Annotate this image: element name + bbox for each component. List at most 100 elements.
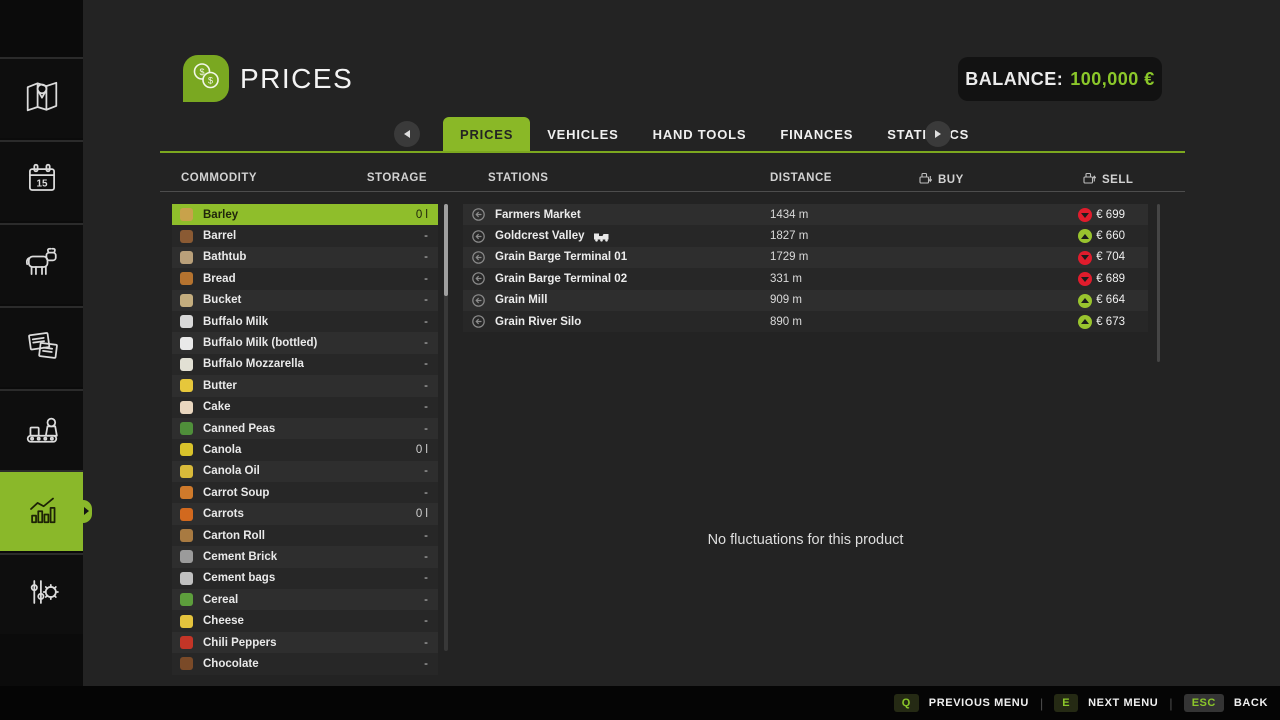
commodity-row[interactable]: Barley 0 l	[172, 204, 438, 226]
commodity-icon	[180, 422, 193, 436]
coins-icon: $ $	[189, 59, 223, 98]
station-hotspot-icon[interactable]	[471, 207, 486, 222]
station-row[interactable]: Goldcrest Valley 1827 m € 660	[463, 225, 1148, 247]
sidebar-item-animals[interactable]	[0, 223, 83, 304]
commodity-row[interactable]: Chocolate -	[172, 653, 438, 675]
commodity-scrollbar-thumb[interactable]	[444, 204, 448, 296]
commodity-row[interactable]: Carton Roll -	[172, 524, 438, 547]
station-row[interactable]: Grain Barge Terminal 01 1729 m € 704	[463, 246, 1148, 269]
animals-cow-icon	[20, 240, 64, 289]
commodity-row[interactable]: Cereal -	[172, 589, 438, 611]
commodity-name: Bathtub	[203, 251, 247, 264]
sidebar-item-calendar[interactable]: 15	[0, 140, 83, 221]
tab-next-arrow[interactable]	[925, 121, 951, 147]
tab[interactable]: VEHICLES	[530, 117, 635, 151]
stations-list: Farmers Market 1434 m € 699 Goldcrest Va…	[463, 204, 1148, 333]
stations-scrollbar[interactable]	[1157, 204, 1160, 362]
sidebar-item-map[interactable]	[0, 57, 83, 138]
commodity-storage: -	[424, 401, 428, 414]
trend-icon	[1078, 272, 1092, 287]
commodity-name: Cement Brick	[203, 550, 278, 563]
commodity-icon	[180, 379, 193, 393]
commodity-icon	[180, 464, 193, 478]
station-distance: 890 m	[770, 315, 802, 328]
commodity-row[interactable]: Bathtub -	[172, 246, 438, 269]
commodity-storage: -	[424, 636, 428, 649]
commodity-row[interactable]: Cake -	[172, 396, 438, 418]
contracts-icon	[20, 323, 64, 372]
commodity-name: Chili Peppers	[203, 636, 277, 649]
commodity-scrollbar[interactable]	[444, 204, 448, 651]
tab[interactable]: PRICES	[443, 117, 531, 151]
station-row[interactable]: Farmers Market 1434 m € 699	[463, 204, 1148, 226]
commodity-storage: -	[424, 230, 428, 243]
commodity-row[interactable]: Carrots 0 l	[172, 503, 438, 525]
tab-label: FINANCES	[780, 126, 854, 142]
back-hint[interactable]: ESC BACK	[1183, 694, 1268, 712]
sidebar-item-settings[interactable]	[0, 553, 83, 634]
commodity-name: Chocolate	[203, 657, 259, 670]
station-price: € 704	[1096, 251, 1125, 264]
commodity-row[interactable]: Buffalo Milk (bottled) -	[172, 332, 438, 354]
commodity-row[interactable]: Chili Peppers -	[172, 631, 438, 654]
trend-icon	[1078, 293, 1092, 308]
header-divider	[160, 191, 1185, 192]
commodity-row[interactable]: Carrot Soup -	[172, 482, 438, 504]
commodity-row[interactable]: Buffalo Mozzarella -	[172, 353, 438, 376]
commodity-name: Bread	[203, 272, 236, 285]
cash-register-sell-icon	[1083, 172, 1097, 188]
station-row[interactable]: Grain Barge Terminal 02 331 m € 689	[463, 268, 1148, 290]
commodity-row[interactable]: Canned Peas -	[172, 417, 438, 440]
calendar-icon: 15	[20, 157, 64, 206]
commodity-name: Buffalo Milk	[203, 315, 269, 328]
commodity-row[interactable]: Bucket -	[172, 289, 438, 311]
station-price: € 699	[1096, 208, 1125, 221]
station-distance: 1729 m	[770, 251, 809, 264]
station-hotspot-icon[interactable]	[471, 293, 486, 308]
train-icon	[593, 230, 610, 242]
sidebar-item-production[interactable]	[0, 389, 83, 470]
commodity-storage: -	[424, 486, 428, 499]
commodity-name: Canned Peas	[203, 422, 276, 435]
commodity-storage: -	[424, 593, 428, 606]
station-name: Grain River Silo	[495, 315, 582, 328]
commodity-storage: -	[424, 272, 428, 285]
tab-prev-arrow[interactable]	[394, 121, 420, 147]
tab[interactable]: FINANCES	[763, 117, 870, 151]
next-menu-hint[interactable]: E NEXT MENU	[1054, 694, 1158, 712]
previous-menu-hint[interactable]: Q PREVIOUS MENU	[893, 694, 1029, 712]
commodity-row[interactable]: Barrel -	[172, 225, 438, 247]
commodity-icon	[180, 272, 193, 286]
commodity-row[interactable]: Cement bags -	[172, 567, 438, 590]
prices-app-icon: $ $	[183, 55, 229, 102]
commodity-storage: -	[424, 615, 428, 628]
column-header-sell: SELL	[1083, 172, 1133, 188]
commodity-row[interactable]: Canola Oil -	[172, 460, 438, 483]
production-icon	[20, 406, 64, 455]
station-row[interactable]: Grain Mill 909 m € 664	[463, 289, 1148, 311]
station-hotspot-icon[interactable]	[471, 250, 486, 265]
commodity-row[interactable]: Buffalo Milk -	[172, 310, 438, 333]
tab[interactable]: HAND TOOLS	[636, 117, 764, 151]
commodity-row[interactable]: Cheese -	[172, 610, 438, 632]
commodity-row[interactable]: Butter -	[172, 375, 438, 397]
svg-text:15: 15	[36, 179, 48, 190]
commodity-list: Barley 0 l Barrel - Bathtub - Bread - Bu…	[172, 204, 438, 675]
station-row[interactable]: Grain River Silo 890 m € 673	[463, 310, 1148, 333]
commodity-row[interactable]: Canola 0 l	[172, 439, 438, 461]
station-hotspot-icon[interactable]	[471, 229, 486, 244]
commodity-storage: -	[424, 379, 428, 392]
station-name: Farmers Market	[495, 208, 581, 221]
previous-menu-label: PREVIOUS MENU	[928, 697, 1029, 709]
balance-display: BALANCE: 100,000 €	[958, 57, 1162, 101]
sidebar-item-prices-statistics[interactable]	[0, 470, 83, 551]
commodity-storage: -	[424, 358, 428, 371]
sidebar-item-contracts[interactable]	[0, 306, 83, 387]
station-hotspot-icon[interactable]	[471, 314, 486, 329]
commodity-row[interactable]: Cement Brick -	[172, 546, 438, 568]
map-icon	[20, 74, 64, 123]
station-hotspot-icon[interactable]	[471, 271, 486, 286]
commodity-row[interactable]: Bread -	[172, 268, 438, 290]
commodity-storage: 0 l	[415, 208, 428, 221]
prices-screen: 15 $ $ PRICES BALANCE: 100,000 € PRICES …	[0, 0, 1280, 720]
